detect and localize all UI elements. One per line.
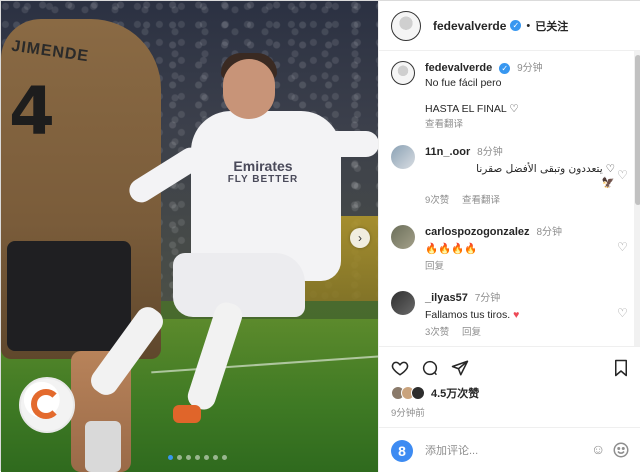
comment-item: _ilyas57 7分钟 Fallamos tus tiros. ♥ 3次赞 回… [391, 291, 631, 341]
comment-username[interactable]: 11n_.oor [425, 146, 470, 158]
emoji-picker-icon[interactable] [612, 441, 630, 459]
post-header: fedevalverde ✓ • 已关注 [379, 1, 640, 51]
caption-line-2: HASTA EL FINAL ♡ [425, 102, 615, 116]
comment-avatar[interactable] [391, 145, 415, 169]
comment-reply-link[interactable]: 回复 [462, 327, 481, 338]
action-icons [391, 359, 469, 377]
carousel-dot [195, 455, 200, 460]
carousel-dot-active [168, 455, 173, 460]
jersey-sponsor-sub: FLY BETTER [227, 174, 299, 185]
player-boot [173, 405, 201, 423]
comment-text-row: ♡ يتعددون وتبقى الأفضل صقرنا [425, 162, 615, 176]
jersey-sponsor: Emirates FLY BETTER [213, 159, 313, 187]
comment-input[interactable] [425, 444, 575, 457]
liker-avatar [411, 386, 425, 400]
comment-avatar[interactable] [391, 291, 415, 315]
like-comment-heart-icon[interactable]: ♡ [617, 241, 629, 253]
carousel-dot [177, 455, 182, 460]
like-comment-heart-icon[interactable]: ♡ [617, 169, 629, 181]
add-comment-bar: 8 ☺ [379, 427, 640, 473]
comment-body: carlospozogonzalez 8分钟 🔥🔥🔥🔥 回复 [425, 225, 615, 274]
comment-likes[interactable]: 9次赞 [425, 195, 449, 206]
post-timestamp: 9分钟前 [391, 408, 425, 419]
opponent-shorts [7, 241, 131, 351]
carousel-indicator [168, 455, 227, 460]
caption-username[interactable]: fedevalverde [425, 62, 492, 74]
author-username[interactable]: fedevalverde [433, 19, 506, 33]
likes-row[interactable]: 4.5万次赞 [391, 385, 479, 401]
comments-list[interactable]: fedevalverde ✓ 9分钟 No fue fácil pero HAS… [379, 51, 634, 346]
header-separator: • [526, 19, 531, 32]
carousel-dot [186, 455, 191, 460]
next-media-button[interactable]: › [350, 228, 370, 248]
comment-text: يتعددون وتبقى الأفضل صقرنا [476, 163, 603, 175]
comment-time: 8分钟 [477, 147, 503, 158]
share-paper-plane-icon[interactable] [451, 359, 469, 377]
post-actions: 4.5万次赞 9分钟前 8 ☺ [379, 346, 640, 472]
opponent-number: 4 [9, 73, 55, 150]
comment-text: Fallamos tus tiros. [425, 309, 511, 321]
follow-status-button[interactable]: 已关注 [535, 18, 568, 34]
comments-scrollbar[interactable] [634, 51, 640, 346]
verified-badge-icon: ✓ [510, 20, 522, 31]
comment-avatar[interactable] [391, 225, 415, 249]
caption-text: No fue fácil pero [425, 77, 502, 89]
caption-text-2: HASTA EL FINAL [425, 103, 507, 115]
likes-count[interactable]: 4.5万次赞 [431, 385, 479, 401]
post-window: JIMENDE 4 Emirates FLY BETTER › fedevalv… [0, 0, 640, 472]
caption-avatar[interactable] [391, 61, 415, 85]
author-avatar[interactable] [391, 10, 421, 41]
emoji-icon[interactable]: ☺ [591, 441, 605, 457]
verified-badge-icon: ✓ [499, 62, 511, 74]
red-heart-icon: ♥ [513, 309, 520, 321]
comment-username[interactable]: carlospozogonzalez [425, 226, 530, 238]
current-user-avatar: 8 [391, 439, 413, 462]
comment-body: 11n_.oor 8分钟 ♡ يتعددون وتبقى الأفضل صقرن… [425, 145, 615, 208]
falcon-emoji-icon: 🦅 [601, 177, 615, 189]
player-head [223, 59, 275, 119]
comment-reply-link[interactable]: 回复 [425, 260, 615, 274]
heart-outline-icon: ♡ [509, 103, 519, 115]
chevron-right-icon: › [358, 231, 362, 245]
comment-bubble-icon[interactable] [421, 359, 439, 377]
carousel-dot [213, 455, 218, 460]
post-side-panel: fedevalverde ✓ • 已关注 fedevalverde ✓ 9分钟 … [378, 1, 640, 472]
comment-meta: 3次赞 回复 [425, 326, 615, 340]
comment-meta: 9次赞 查看翻译 [425, 194, 615, 208]
caption: fedevalverde ✓ 9分钟 No fue fácil pero HAS… [391, 61, 631, 141]
carousel-dot [204, 455, 209, 460]
jersey-sponsor-name: Emirates [233, 158, 293, 174]
football-pattern [31, 389, 61, 419]
comment-item: carlospozogonzalez 8分钟 🔥🔥🔥🔥 回复 ♡ [391, 225, 631, 275]
like-heart-icon[interactable] [391, 359, 409, 377]
comment-time: 7分钟 [474, 293, 501, 304]
scrollbar-thumb[interactable] [635, 55, 640, 205]
comment-text: 🔥🔥🔥🔥 [425, 243, 478, 255]
heart-outline-icon: ♡ [605, 163, 615, 175]
caption-body: fedevalverde ✓ 9分钟 No fue fácil pero HAS… [425, 61, 615, 132]
player-arm-right [321, 131, 378, 157]
comment-text-row: Fallamos tus tiros. ♥ [425, 308, 615, 322]
opponent-sock [85, 421, 121, 472]
comment-item: 11n_.oor 8分钟 ♡ يتعددون وتبقى الأفضل صقرن… [391, 145, 631, 211]
like-comment-heart-icon[interactable]: ♡ [617, 307, 629, 319]
caption-time: 9分钟 [517, 63, 543, 74]
comment-username[interactable]: _ilyas57 [425, 292, 468, 304]
post-media[interactable]: JIMENDE 4 Emirates FLY BETTER › [1, 1, 378, 472]
comment-time: 8分钟 [536, 227, 563, 238]
comment-body: _ilyas57 7分钟 Fallamos tus tiros. ♥ 3次赞 回… [425, 291, 615, 340]
bookmark-icon[interactable] [612, 359, 630, 377]
comment-likes[interactable]: 3次赞 [425, 327, 449, 338]
caption-translate-link[interactable]: 查看翻译 [425, 118, 615, 132]
comment-translate-link[interactable]: 查看翻译 [462, 195, 500, 206]
carousel-dot [222, 455, 227, 460]
